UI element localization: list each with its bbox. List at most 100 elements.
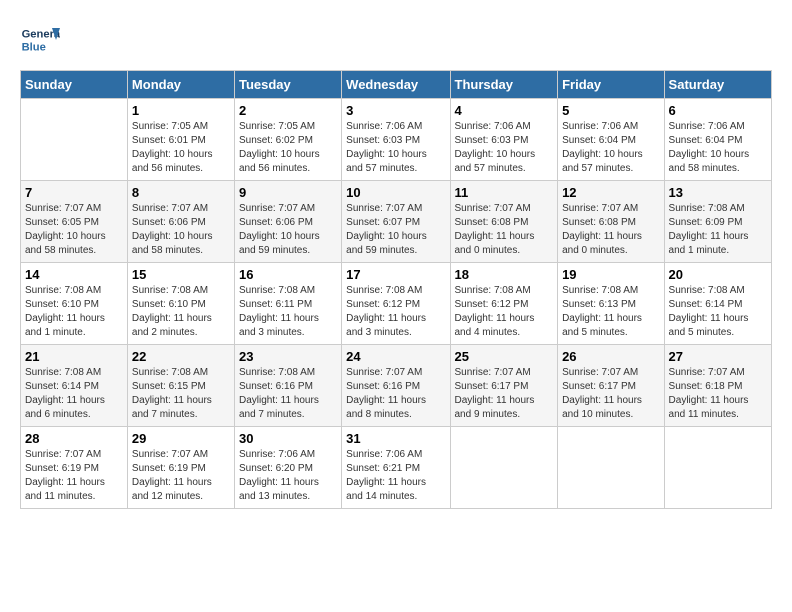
day-number: 23 [239,349,337,364]
calendar-cell: 31 Sunrise: 7:06 AM Sunset: 6:21 PM Dayli… [342,427,450,509]
day-number: 15 [132,267,230,282]
day-info: Sunrise: 7:07 AM Sunset: 6:07 PM Dayligh… [346,202,445,258]
calendar-cell: 22Sunrise: 7:08 AM Sunset: 6:15 PM Dayli… [127,345,234,427]
logo: General Blue [20,20,65,60]
calendar-header-row: SundayMondayTuesdayWednesdayThursdayFrid… [21,71,772,99]
day-number: 13 [669,185,767,200]
day-number: 7 [25,185,123,200]
day-number: 1 [132,103,230,118]
weekday-header: Thursday [450,71,558,99]
day-info: Sunrise: 7:07 AM Sunset: 6:17 PM Dayligh… [455,366,554,422]
calendar-cell: 16Sunrise: 7:08 AM Sunset: 6:11 PM Dayli… [234,263,341,345]
calendar-cell [558,427,664,509]
day-info: Sunrise: 7:08 AM Sunset: 6:09 PM Dayligh… [669,202,767,258]
day-info: Sunrise: 7:07 AM Sunset: 6:16 PM Dayligh… [346,366,445,422]
calendar-cell: 1 Sunrise: 7:05 AM Sunset: 6:01 PM Daylig… [127,99,234,181]
day-number: 22 [132,349,230,364]
day-number: 21 [25,349,123,364]
calendar-cell: 4 Sunrise: 7:06 AM Sunset: 6:03 PM Daylig… [450,99,558,181]
day-number: 28 [25,431,123,446]
calendar-cell: 6Sunrise: 7:06 AM Sunset: 6:04 PM Daylig… [664,99,771,181]
day-info: Sunrise: 7:08 AM Sunset: 6:13 PM Dayligh… [562,284,659,340]
calendar-cell: 5 Sunrise: 7:06 AM Sunset: 6:04 PM Daylig… [558,99,664,181]
day-info: Sunrise: 7:07 AM Sunset: 6:06 PM Dayligh… [132,202,230,258]
day-info: Sunrise: 7:07 AM Sunset: 6:06 PM Dayligh… [239,202,337,258]
svg-text:Blue: Blue [22,41,46,53]
calendar-cell: 10 Sunrise: 7:07 AM Sunset: 6:07 PM Dayli… [342,181,450,263]
weekday-header: Friday [558,71,664,99]
day-number: 9 [239,185,337,200]
day-info: Sunrise: 7:07 AM Sunset: 6:08 PM Dayligh… [455,202,554,258]
day-number: 20 [669,267,767,282]
calendar-week-row: 7 Sunrise: 7:07 AM Sunset: 6:05 PM Daylig… [21,181,772,263]
day-number: 3 [346,103,445,118]
day-info: Sunrise: 7:07 AM Sunset: 6:19 PM Dayligh… [25,448,123,504]
calendar-cell: 20 Sunrise: 7:08 AM Sunset: 6:14 PM Dayli… [664,263,771,345]
day-number: 27 [669,349,767,364]
day-number: 10 [346,185,445,200]
day-info: Sunrise: 7:08 AM Sunset: 6:14 PM Dayligh… [669,284,767,340]
day-info: Sunrise: 7:06 AM Sunset: 6:03 PM Dayligh… [455,120,554,176]
calendar-cell: 8 Sunrise: 7:07 AM Sunset: 6:06 PM Daylig… [127,181,234,263]
day-info: Sunrise: 7:08 AM Sunset: 6:14 PM Dayligh… [25,366,123,422]
day-info: Sunrise: 7:08 AM Sunset: 6:11 PM Dayligh… [239,284,337,340]
day-info: Sunrise: 7:06 AM Sunset: 6:04 PM Dayligh… [669,120,767,176]
day-number: 5 [562,103,659,118]
weekday-header: Monday [127,71,234,99]
day-info: Sunrise: 7:07 AM Sunset: 6:08 PM Dayligh… [562,202,659,258]
day-number: 31 [346,431,445,446]
weekday-header: Sunday [21,71,128,99]
day-info: Sunrise: 7:05 AM Sunset: 6:02 PM Dayligh… [239,120,337,176]
calendar-cell: 2 Sunrise: 7:05 AM Sunset: 6:02 PM Daylig… [234,99,341,181]
calendar-cell: 24Sunrise: 7:07 AM Sunset: 6:16 PM Dayli… [342,345,450,427]
calendar-cell: 25 Sunrise: 7:07 AM Sunset: 6:17 PM Dayli… [450,345,558,427]
calendar-cell: 9 Sunrise: 7:07 AM Sunset: 6:06 PM Daylig… [234,181,341,263]
weekday-header: Wednesday [342,71,450,99]
calendar-week-row: 1 Sunrise: 7:05 AM Sunset: 6:01 PM Daylig… [21,99,772,181]
calendar-cell [450,427,558,509]
day-info: Sunrise: 7:06 AM Sunset: 6:03 PM Dayligh… [346,120,445,176]
day-number: 19 [562,267,659,282]
day-info: Sunrise: 7:06 AM Sunset: 6:21 PM Dayligh… [346,448,445,504]
calendar-cell [21,99,128,181]
calendar-week-row: 14Sunrise: 7:08 AM Sunset: 6:10 PM Dayli… [21,263,772,345]
calendar-cell: 29 Sunrise: 7:07 AM Sunset: 6:19 PM Dayli… [127,427,234,509]
calendar-cell: 3 Sunrise: 7:06 AM Sunset: 6:03 PM Daylig… [342,99,450,181]
calendar-cell: 27Sunrise: 7:07 AM Sunset: 6:18 PM Dayli… [664,345,771,427]
day-number: 2 [239,103,337,118]
calendar-cell: 15 Sunrise: 7:08 AM Sunset: 6:10 PM Dayli… [127,263,234,345]
day-info: Sunrise: 7:06 AM Sunset: 6:04 PM Dayligh… [562,120,659,176]
calendar-cell: 26 Sunrise: 7:07 AM Sunset: 6:17 PM Dayli… [558,345,664,427]
day-info: Sunrise: 7:08 AM Sunset: 6:12 PM Dayligh… [455,284,554,340]
calendar-cell: 12 Sunrise: 7:07 AM Sunset: 6:08 PM Dayli… [558,181,664,263]
day-info: Sunrise: 7:07 AM Sunset: 6:19 PM Dayligh… [132,448,230,504]
weekday-header: Saturday [664,71,771,99]
weekday-header: Tuesday [234,71,341,99]
day-number: 29 [132,431,230,446]
calendar-week-row: 28 Sunrise: 7:07 AM Sunset: 6:19 PM Dayli… [21,427,772,509]
calendar-cell: 28 Sunrise: 7:07 AM Sunset: 6:19 PM Dayli… [21,427,128,509]
day-info: Sunrise: 7:05 AM Sunset: 6:01 PM Dayligh… [132,120,230,176]
calendar-cell: 11 Sunrise: 7:07 AM Sunset: 6:08 PM Dayli… [450,181,558,263]
day-number: 25 [455,349,554,364]
calendar-week-row: 21 Sunrise: 7:08 AM Sunset: 6:14 PM Dayli… [21,345,772,427]
day-info: Sunrise: 7:07 AM Sunset: 6:17 PM Dayligh… [562,366,659,422]
day-number: 11 [455,185,554,200]
calendar-table: SundayMondayTuesdayWednesdayThursdayFrid… [20,70,772,509]
calendar-cell: 13 Sunrise: 7:08 AM Sunset: 6:09 PM Dayli… [664,181,771,263]
calendar-cell: 21 Sunrise: 7:08 AM Sunset: 6:14 PM Dayli… [21,345,128,427]
day-number: 4 [455,103,554,118]
day-info: Sunrise: 7:07 AM Sunset: 6:05 PM Dayligh… [25,202,123,258]
day-number: 12 [562,185,659,200]
page-header: General Blue [20,20,772,60]
day-info: Sunrise: 7:08 AM Sunset: 6:12 PM Dayligh… [346,284,445,340]
calendar-body: 1 Sunrise: 7:05 AM Sunset: 6:01 PM Daylig… [21,99,772,509]
calendar-cell: 23Sunrise: 7:08 AM Sunset: 6:16 PM Dayli… [234,345,341,427]
calendar-cell: 17 Sunrise: 7:08 AM Sunset: 6:12 PM Dayli… [342,263,450,345]
day-number: 26 [562,349,659,364]
calendar-cell: 19 Sunrise: 7:08 AM Sunset: 6:13 PM Dayli… [558,263,664,345]
calendar-cell: 7 Sunrise: 7:07 AM Sunset: 6:05 PM Daylig… [21,181,128,263]
day-number: 17 [346,267,445,282]
day-number: 8 [132,185,230,200]
day-info: Sunrise: 7:08 AM Sunset: 6:10 PM Dayligh… [132,284,230,340]
